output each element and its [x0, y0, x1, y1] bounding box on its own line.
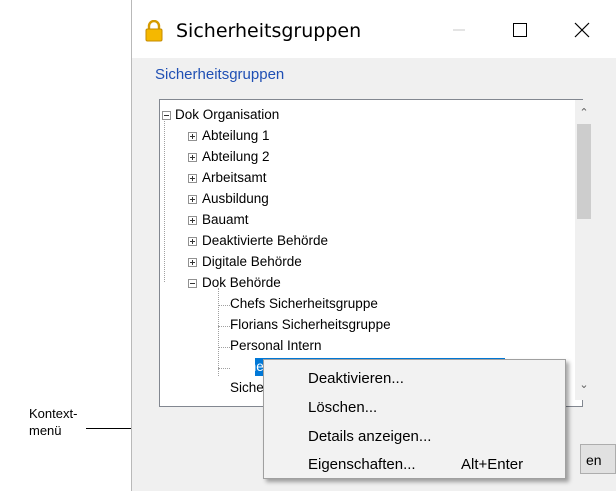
tree-item[interactable]: Siche: [230, 379, 264, 397]
collapse-icon[interactable]: [188, 279, 197, 288]
tree-guide-line: [218, 288, 219, 376]
section-link[interactable]: Sicherheitsgruppen: [155, 66, 284, 83]
scroll-down-icon[interactable]: ⌄: [579, 380, 589, 391]
minimize-button[interactable]: [437, 12, 481, 48]
tree-scrollbar[interactable]: ⌃ ⌄: [575, 100, 593, 400]
callout-line1: Kontext-: [29, 406, 78, 421]
tree-guide-line: [164, 114, 165, 282]
tree-item[interactable]: Dok Organisation: [175, 106, 279, 124]
tree-item-selected[interactable]: Siche: [230, 358, 264, 376]
expand-icon[interactable]: [188, 195, 197, 204]
tree-guide-line: [218, 347, 230, 348]
tree-guide-line: [218, 305, 230, 306]
menu-item-delete[interactable]: Löschen...: [308, 399, 377, 416]
expand-icon[interactable]: [188, 237, 197, 246]
minimize-icon: [453, 29, 465, 31]
scroll-up-icon[interactable]: ⌃: [579, 108, 589, 119]
tree-guide-line: [218, 368, 230, 369]
tree-item[interactable]: Dok Behörde: [202, 274, 281, 292]
tree-item[interactable]: Deaktivierte Behörde: [202, 232, 328, 250]
tree-item[interactable]: Florians Sicherheitsgruppe: [230, 316, 391, 334]
menu-shortcut-properties: Alt+Enter: [461, 456, 524, 473]
expand-icon[interactable]: [188, 153, 197, 162]
tree-guide-line: [218, 326, 230, 327]
tree-item[interactable]: Ausbildung: [202, 190, 269, 208]
close-button[interactable]: [560, 12, 604, 48]
tree-item[interactable]: Personal Intern: [230, 337, 322, 355]
collapse-icon[interactable]: [162, 111, 171, 120]
menu-item-details[interactable]: Details anzeigen...: [308, 428, 431, 445]
maximize-icon: [513, 23, 527, 37]
callout-label: Kontext- menü: [29, 405, 77, 439]
expand-icon[interactable]: [188, 132, 197, 141]
menu-item-deactivate[interactable]: Deaktivieren...: [308, 370, 404, 387]
title-bar: Sicherheitsgruppen: [132, 0, 616, 58]
scroll-thumb[interactable]: [577, 124, 591, 219]
tree-item[interactable]: Digitale Behörde: [202, 253, 302, 271]
tree-item[interactable]: Arbeitsamt: [202, 169, 267, 187]
dialog-button[interactable]: en: [580, 444, 616, 474]
tree-item[interactable]: Chefs Sicherheitsgruppe: [230, 295, 378, 313]
close-icon: [574, 22, 590, 38]
lock-icon: [144, 19, 164, 42]
expand-icon[interactable]: [188, 174, 197, 183]
tree-item[interactable]: Abteilung 2: [202, 148, 270, 166]
context-menu: Deaktivieren... Löschen... Details anzei…: [263, 359, 566, 479]
tree-item[interactable]: Bauamt: [202, 211, 249, 229]
expand-icon[interactable]: [188, 216, 197, 225]
tree-item[interactable]: Abteilung 1: [202, 127, 270, 145]
window-title: Sicherheitsgruppen: [176, 20, 362, 42]
callout-line2: menü: [29, 423, 62, 438]
menu-item-properties[interactable]: Eigenschaften...: [308, 456, 416, 473]
maximize-button[interactable]: [498, 12, 542, 48]
expand-icon[interactable]: [188, 258, 197, 267]
